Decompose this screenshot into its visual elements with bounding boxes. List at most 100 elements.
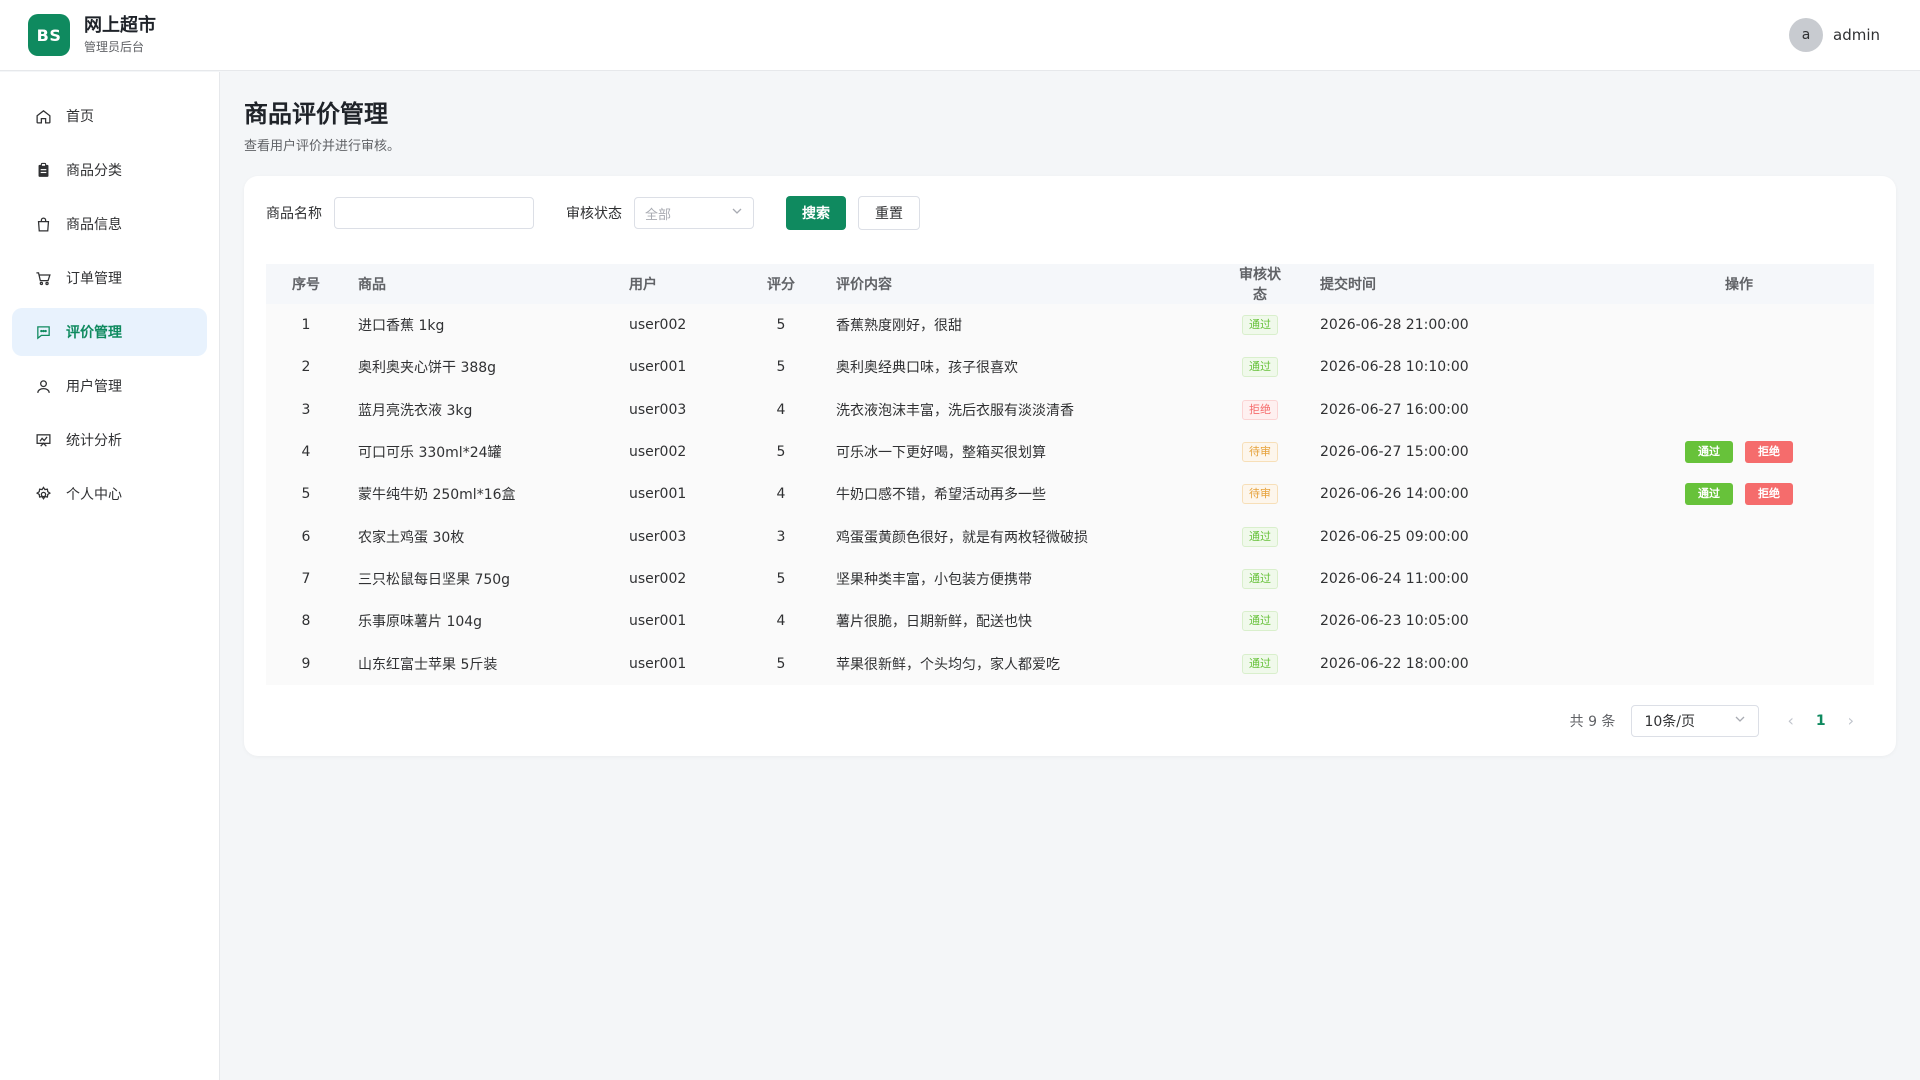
cell-content: 奥利奥经典口味，孩子很喜欢 xyxy=(836,360,1018,377)
cell-score: 4 xyxy=(776,401,786,418)
reject-button[interactable]: 拒绝 xyxy=(1745,483,1793,506)
cell-content: 苹果很新鲜，个头均匀，家人都爱吃 xyxy=(836,656,1060,673)
sidebar-item-label: 统计分析 xyxy=(66,433,122,449)
status-badge: 通过 xyxy=(1242,568,1278,589)
cell-goods: 山东红富士苹果 5斤装 xyxy=(358,656,498,673)
sidebar-item-goods[interactable]: 商品信息 xyxy=(12,200,207,248)
cell-index: 3 xyxy=(301,401,311,418)
next-page-icon[interactable]: › xyxy=(1848,711,1854,730)
avatar[interactable]: a xyxy=(1789,18,1823,52)
cell-status: 通过 xyxy=(1234,568,1286,589)
cell-content: 香蕉熟度刚好，很甜 xyxy=(836,318,962,335)
cell-status: 通过 xyxy=(1234,653,1286,674)
gear-icon xyxy=(34,485,52,503)
approve-button[interactable]: 通过 xyxy=(1685,483,1733,506)
table-header: 序号 商品 用户 评分 评价内容 审核状态 提交时间 操作 xyxy=(266,264,1874,304)
table-row: 3 蓝月亮洗衣液 3kg user003 4 洗衣液泡沫丰富，洗后衣服有淡淡清香 拒绝 20… xyxy=(266,389,1874,431)
status-badge: 拒绝 xyxy=(1242,399,1278,420)
cell-index: 8 xyxy=(301,613,311,630)
status-label: 审核状态 xyxy=(566,206,622,222)
clipboard-icon xyxy=(34,161,52,179)
chevron-down-icon xyxy=(731,205,743,221)
sidebar-item-reviews[interactable]: 评价管理 xyxy=(12,308,207,356)
sidebar-item-label: 商品分类 xyxy=(66,163,122,179)
cart-icon xyxy=(34,269,52,287)
cell-time: 2026-06-23 10:05:00 xyxy=(1320,613,1469,630)
filter-bar: 商品名称 审核状态 全部 搜索 重置 xyxy=(266,196,1874,230)
cell-content: 洗衣液泡沫丰富，洗后衣服有淡淡清香 xyxy=(836,402,1074,419)
cell-status: 通过 xyxy=(1234,357,1286,378)
cell-content: 牛奶口感不错，希望活动再多一些 xyxy=(836,487,1046,504)
cell-index: 5 xyxy=(301,486,311,503)
cell-index: 9 xyxy=(301,655,311,672)
top-header: BS 网上超市 管理员后台 a admin xyxy=(0,0,1920,71)
approve-button[interactable]: 通过 xyxy=(1685,441,1733,464)
col-ops: 操作 xyxy=(1725,277,1753,293)
table-row: 5 蒙牛纯牛奶 250ml*16盒 user001 4 牛奶口感不错，希望活动再多一些 待… xyxy=(266,473,1874,515)
cell-score: 5 xyxy=(776,570,786,587)
cell-goods: 蓝月亮洗衣液 3kg xyxy=(358,402,473,419)
cell-user: user001 xyxy=(629,655,687,672)
table-row: 9 山东红富士苹果 5斤装 user001 5 苹果很新鲜，个头均匀，家人都爱吃 通过 20… xyxy=(266,642,1874,684)
cell-time: 2026-06-24 11:00:00 xyxy=(1320,570,1469,587)
cell-time: 2026-06-28 21:00:00 xyxy=(1320,317,1469,334)
cell-content: 鸡蛋蛋黄颜色很好，就是有两枚轻微破损 xyxy=(836,529,1088,546)
col-time: 提交时间 xyxy=(1320,277,1376,293)
sidebar-item-home[interactable]: 首页 xyxy=(12,92,207,140)
cell-score: 5 xyxy=(776,655,786,672)
page-description: 查看用户评价并进行审核。 xyxy=(244,139,401,154)
cell-goods: 蒙牛纯牛奶 250ml*16盒 xyxy=(358,487,516,504)
cell-time: 2026-06-25 09:00:00 xyxy=(1320,528,1469,545)
prev-page-icon[interactable]: ‹ xyxy=(1787,711,1793,730)
cell-ops: 通过 拒绝 xyxy=(1604,441,1874,464)
sidebar-item-label: 用户管理 xyxy=(66,379,122,395)
cell-goods: 乐事原味薯片 104g xyxy=(358,614,483,631)
pagination: 共 9 条 10条/页 ‹ 1 › xyxy=(266,704,1874,737)
cell-time: 2026-06-22 18:00:00 xyxy=(1320,655,1469,672)
col-content: 评价内容 xyxy=(836,277,892,293)
cell-content: 薯片很脆，日期新鲜，配送也快 xyxy=(836,614,1032,631)
sidebar-item-orders[interactable]: 订单管理 xyxy=(12,254,207,302)
main-content: 商品评价管理 查看用户评价并进行审核。 商品名称 审核状态 全部 搜索 重置 序… xyxy=(244,72,1896,756)
cell-user: user002 xyxy=(629,317,687,334)
cell-status: 通过 xyxy=(1234,611,1286,632)
sidebar-item-profile[interactable]: 个人中心 xyxy=(12,470,207,518)
cell-index: 7 xyxy=(301,570,311,587)
cell-goods: 可口可乐 330ml*24罐 xyxy=(358,445,502,462)
cell-user: user003 xyxy=(629,401,687,418)
brand[interactable]: BS 网上超市 管理员后台 xyxy=(28,14,156,56)
cell-index: 1 xyxy=(301,317,311,334)
goods-name-input[interactable] xyxy=(334,197,534,229)
sidebar-item-users[interactable]: 用户管理 xyxy=(12,362,207,410)
page-number[interactable]: 1 xyxy=(1816,713,1826,729)
cell-time: 2026-06-27 16:00:00 xyxy=(1320,401,1469,418)
sidebar-item-category[interactable]: 商品分类 xyxy=(12,146,207,194)
reject-button[interactable]: 拒绝 xyxy=(1745,441,1793,464)
status-select[interactable]: 全部 xyxy=(634,197,754,229)
cell-index: 2 xyxy=(301,359,311,376)
table-row: 2 奥利奥夹心饼干 388g user001 5 奥利奥经典口味，孩子很喜欢 通过 2026… xyxy=(266,346,1874,388)
cell-status: 拒绝 xyxy=(1234,399,1286,420)
search-button[interactable]: 搜索 xyxy=(786,196,846,230)
user-name[interactable]: admin xyxy=(1833,26,1880,44)
status-badge: 待审 xyxy=(1242,442,1278,463)
sidebar-item-label: 商品信息 xyxy=(66,217,122,233)
sidebar-item-label: 首页 xyxy=(66,109,94,125)
table-row: 1 进口香蕉 1kg user002 5 香蕉熟度刚好，很甜 通过 2026-06-28 2… xyxy=(266,304,1874,346)
user-menu[interactable]: a admin xyxy=(1789,18,1880,52)
page-size-select[interactable]: 10条/页 xyxy=(1631,704,1760,737)
reset-button[interactable]: 重置 xyxy=(858,196,920,230)
sidebar-item-statistics[interactable]: 统计分析 xyxy=(12,416,207,464)
cell-goods: 奥利奥夹心饼干 388g xyxy=(358,360,497,377)
user-icon xyxy=(34,377,52,395)
cell-content: 坚果种类丰富，小包装方便携带 xyxy=(836,571,1032,588)
goods-name-label: 商品名称 xyxy=(266,206,322,222)
app-subtitle: 管理员后台 xyxy=(84,40,145,54)
cell-user: user003 xyxy=(629,528,687,545)
sidebar-item-label: 订单管理 xyxy=(66,271,122,287)
table-row: 4 可口可乐 330ml*24罐 user002 5 可乐冰一下更好喝，整箱买很划算 待审… xyxy=(266,431,1874,473)
status-badge: 通过 xyxy=(1242,315,1278,336)
col-score: 评分 xyxy=(767,277,795,293)
col-user: 用户 xyxy=(629,277,657,293)
review-table: 序号 商品 用户 评分 评价内容 审核状态 提交时间 操作 1 进口香蕉 1kg u… xyxy=(266,264,1874,685)
